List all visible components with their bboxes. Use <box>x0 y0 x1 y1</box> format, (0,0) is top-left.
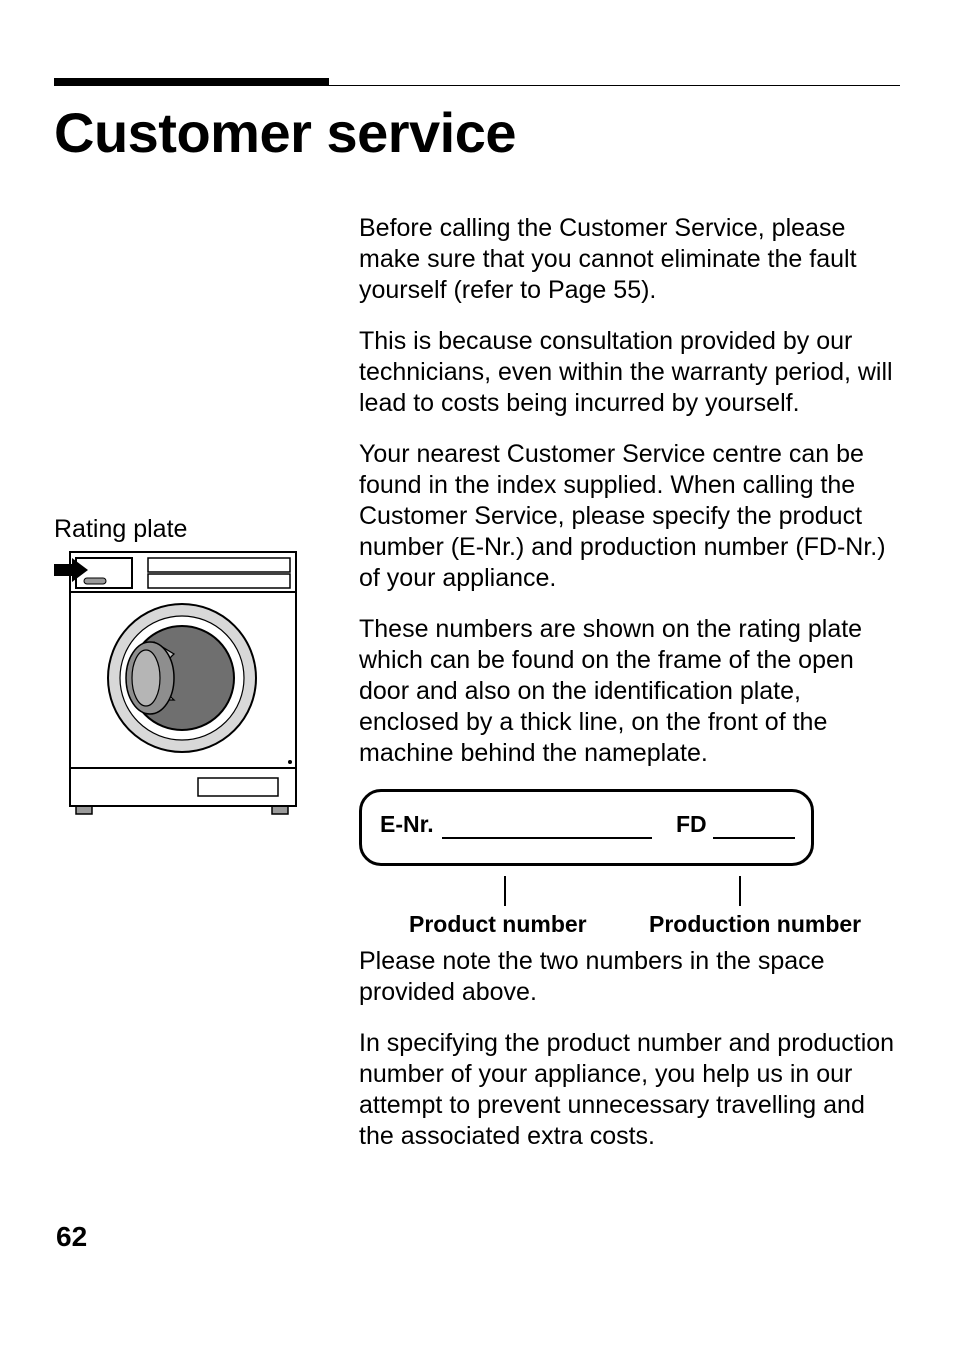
washing-machine-illustration <box>54 550 298 818</box>
rating-plate-label: Rating plate <box>54 515 339 544</box>
header-rule <box>54 78 900 86</box>
paragraph-intro: Before calling the Customer Service, ple… <box>359 213 900 306</box>
paragraph-rating-info: These numbers are shown on the rating pl… <box>359 614 900 769</box>
enr-label: E-Nr. <box>380 810 436 839</box>
right-column: Before calling the Customer Service, ple… <box>359 213 900 1172</box>
fd-label: FD <box>676 810 707 839</box>
page-number: 62 <box>56 1221 87 1253</box>
page-title: Customer service <box>54 100 900 165</box>
fd-blank-line <box>713 825 795 839</box>
paragraph-note-numbers: Please note the two numbers in the space… <box>359 946 900 1008</box>
header-rule-thin <box>54 85 900 86</box>
number-plate-row: E-Nr. FD <box>380 810 795 839</box>
caption-arrows <box>359 876 814 910</box>
enr-blank-line <box>442 825 652 839</box>
paragraph-prevent-travel: In specifying the product number and pro… <box>359 1028 900 1152</box>
paragraph-costs: This is because consultation provided by… <box>359 326 900 419</box>
content-grid: Rating plate <box>54 213 900 1172</box>
number-plate-box: E-Nr. FD <box>359 789 814 866</box>
left-column: Rating plate <box>54 213 359 1172</box>
page: Customer service Rating plate <box>0 0 954 1212</box>
arrows-svg <box>359 876 814 916</box>
paragraph-nearest: Your nearest Customer Service centre can… <box>359 439 900 594</box>
